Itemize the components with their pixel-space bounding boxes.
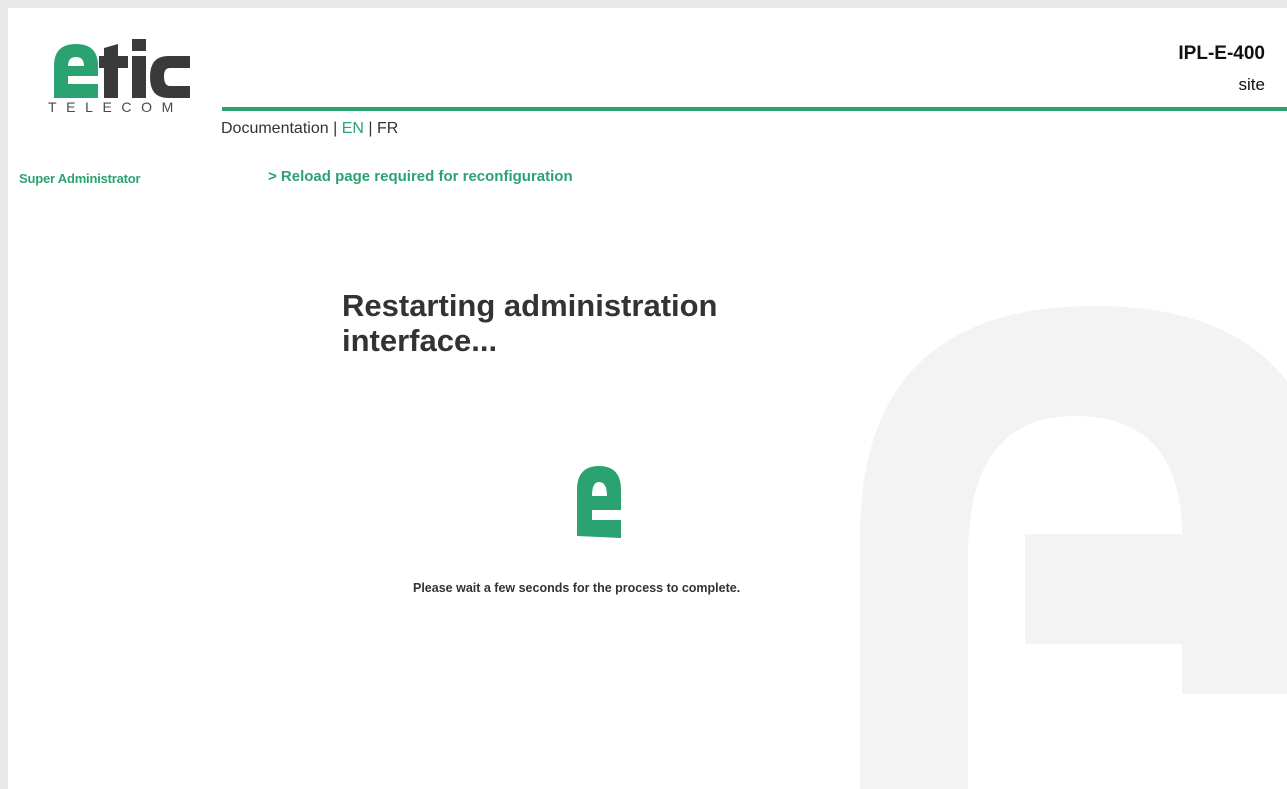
wait-message: Please wait a few seconds for the proces…: [413, 581, 741, 595]
link-separator: |: [368, 120, 373, 137]
reload-notice-link[interactable]: > Reload page required for reconfigurati…: [268, 168, 573, 185]
language-fr-link[interactable]: FR: [377, 120, 398, 137]
device-role: site: [1238, 75, 1265, 94]
header-divider: [222, 107, 1287, 111]
page-title: Restarting administration interface...: [342, 288, 718, 358]
language-en-link[interactable]: EN: [342, 120, 364, 137]
etic-e-logo-icon: [577, 466, 621, 538]
device-name: IPL-E-400: [1178, 43, 1265, 64]
logo-subtitle: TELECOM: [48, 99, 183, 115]
link-separator: |: [333, 120, 338, 137]
page-frame: TELECOM IPL-E-400 site Documentation | E…: [8, 8, 1287, 789]
user-role-label: Super Administrator: [19, 171, 141, 186]
etic-logo-icon: [54, 39, 190, 98]
etic-telecom-logo[interactable]: TELECOM: [48, 36, 208, 126]
background-watermark-e-icon: [860, 306, 1287, 789]
header-links: Documentation | EN | FR: [221, 120, 398, 138]
documentation-link[interactable]: Documentation: [221, 120, 329, 137]
